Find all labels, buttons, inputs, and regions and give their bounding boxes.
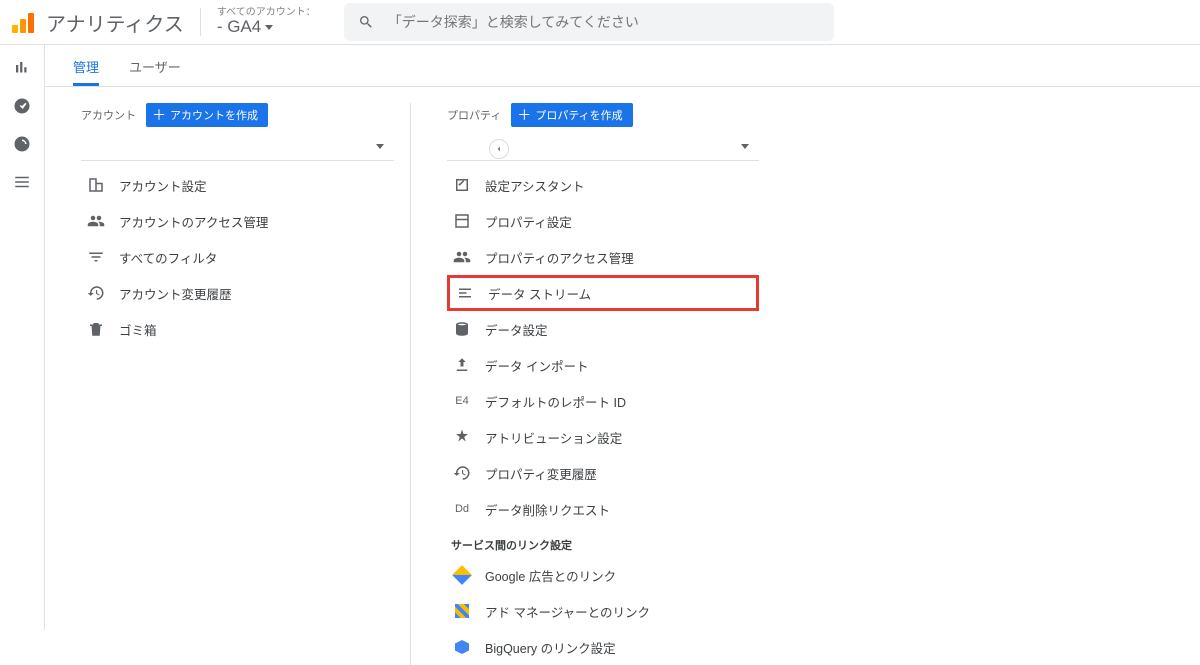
property-settings-item[interactable]: プロパティ設定 [447,203,759,239]
reports-icon[interactable] [13,59,31,77]
ad-manager-icon [453,602,471,620]
data-import-item[interactable]: データ インポート [447,347,759,383]
ad-manager-link-item[interactable]: アド マネージャーとのリンク [447,593,759,629]
account-trash-item[interactable]: ゴミ箱 [81,311,394,347]
data-delete-request-item[interactable]: Dd データ削除リクエスト [447,491,759,527]
people-icon [453,248,471,266]
account-col-title: アカウント [81,107,136,123]
data-settings-item[interactable]: データ設定 [447,311,759,347]
tab-user[interactable]: ユーザー [129,57,181,86]
bigquery-icon [453,638,471,656]
account-column: アカウント ＋ アカウントを作成 アカウント設定 アカウントのアクセス管理 [45,103,410,665]
app-header: アナリティクス すべてのアカウント： - GA4 [0,0,1200,45]
checklist-icon [453,176,471,194]
plus-icon: ＋ [152,110,166,120]
library-icon[interactable] [13,173,31,191]
delete-request-icon: Dd [453,500,471,518]
tab-admin[interactable]: 管理 [73,57,99,86]
left-nav-rail [0,45,45,630]
account-value: - GA4 [217,18,261,37]
account-settings-item[interactable]: アカウント設定 [81,167,394,203]
google-ads-link-item[interactable]: Google 広告とのリンク [447,557,759,593]
app-title: アナリティクス [46,8,184,37]
bigquery-link-item[interactable]: BigQuery のリンク設定 [447,629,759,665]
chevron-down-icon [741,144,749,149]
attribution-icon [453,428,471,446]
setup-assistant-item[interactable]: 設定アシスタント [447,167,759,203]
account-selector[interactable]: すべてのアカウント： - GA4 [217,7,316,37]
search-icon [358,14,374,30]
property-access-item[interactable]: プロパティのアクセス管理 [447,239,759,275]
streams-icon [456,284,474,302]
building-icon [87,176,105,194]
google-ads-icon [453,566,471,584]
create-account-button[interactable]: ＋ アカウントを作成 [146,103,268,127]
upload-icon [453,356,471,374]
vertical-divider [200,8,201,36]
account-history-item[interactable]: アカウント変更履歴 [81,275,394,311]
attribution-item[interactable]: アトリビューション設定 [447,419,759,455]
service-links-section: サービス間のリンク設定 [451,537,759,553]
collapse-arrow-icon[interactable] [489,139,509,159]
create-property-button[interactable]: ＋ プロパティを作成 [511,103,632,127]
trash-icon [87,320,105,338]
explore-icon[interactable] [13,135,31,153]
chevron-down-icon [376,144,384,149]
people-icon [87,212,105,230]
history-icon [87,284,105,302]
account-filters-item[interactable]: すべてのフィルタ [81,239,394,275]
data-streams-item[interactable]: データ ストリーム [447,275,759,311]
account-dropdown[interactable] [81,133,394,161]
property-col-title: プロパティ [447,107,501,123]
realtime-icon[interactable] [13,97,31,115]
default-report-id-item[interactable]: E4 デフォルトのレポート ID [447,383,759,419]
database-icon [453,320,471,338]
history-icon [453,464,471,482]
account-access-item[interactable]: アカウントのアクセス管理 [81,203,394,239]
report-id-icon: E4 [453,392,471,410]
analytics-logo-icon [12,11,34,33]
chevron-down-icon [265,25,273,30]
filter-icon [87,248,105,266]
search-input[interactable] [388,14,820,30]
admin-tabs: 管理 ユーザー [45,45,1200,87]
property-column: プロパティ ＋ プロパティを作成 設定アシスタント プロパティ設定 [410,103,775,665]
property-history-item[interactable]: プロパティ変更履歴 [447,455,759,491]
search-box[interactable] [344,3,834,41]
layout-icon [453,212,471,230]
plus-icon: ＋ [517,110,531,120]
